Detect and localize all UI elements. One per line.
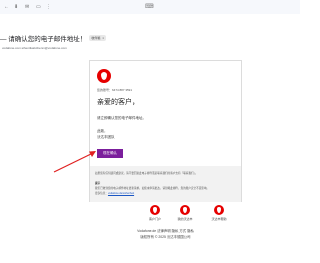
app-label: 沃达丰帮助 [211, 217, 227, 221]
greeting: 亲爱的客户， [97, 99, 139, 106]
keyboard-icon[interactable]: ⌨ [145, 3, 154, 10]
app-item-my-vodafone[interactable]: 我的沃达丰 [172, 205, 198, 221]
arrow-line [53, 152, 94, 173]
vodafone-logo-icon [214, 205, 224, 215]
footer-note-3: 更多信息：vodafone.de/sicherheit [95, 191, 134, 195]
archive-icon[interactable]: ⬇ [14, 3, 18, 11]
more-icon[interactable]: ⋮ [46, 3, 51, 11]
inbox-label-chip[interactable]: 收件箱 × [89, 35, 107, 41]
app-item-help[interactable]: 沃达丰帮助 [206, 205, 232, 221]
label-close-icon[interactable]: × [102, 36, 104, 40]
email-footer-notes: 如果您有任何疑问或建议，请不要回复此电子邮件而是联系我们的客户支持「联系我们」。… [90, 166, 241, 202]
vodafone-logo-icon [150, 205, 160, 215]
email-subject: — 请确认您的电子邮件地址！ [0, 36, 87, 43]
account-meta: 您的账号：6474 887 3591 [97, 88, 133, 92]
copyright: 版权所有 © 2025 沃达丰德国公司 [140, 235, 191, 239]
footer-links[interactable]: Vodafone.de 法律声明 隐私 方式 隐私 [89, 228, 242, 233]
subject-row: — 请确认您的电子邮件地址！ 收件箱 × [0, 32, 107, 44]
footer-note-2: 我们已收到您的电子邮件地址更新请求。如您未申请更改，请忽略此邮件，您的账户安全不… [95, 187, 210, 190]
footer-note-1: 如果您有任何疑问或建议，请不要回复此电子邮件而是联系我们的客户支持「联系我们」。 [95, 172, 198, 175]
vodafone-logo-icon [97, 69, 111, 83]
app-label: 我的沃达丰 [177, 217, 193, 221]
sender-address: vodafone.com.sthentikaitvibenm@vodafone.… [2, 46, 67, 50]
mail-icon[interactable]: ✉ [25, 3, 29, 11]
label-text: 收件箱 [91, 36, 101, 40]
body-line-3: 沃达丰团队 [97, 135, 115, 139]
vodafone-logo-icon [180, 205, 190, 215]
body-line-2: 此致， [97, 129, 108, 133]
app-item-customer-portal[interactable]: 客户门户 [142, 205, 168, 221]
app-label: 客户门户 [148, 217, 161, 221]
footer-heading: 提示 [95, 182, 101, 185]
body-line-1: 请立即确认您的电子邮件地址。 [97, 116, 146, 120]
footer-link[interactable]: vodafone.de/sicherheit [108, 192, 134, 195]
folder-icon[interactable]: ▭ [36, 3, 41, 11]
email-toolbar: ← ⬇ ✉ ▭ ⋮ ⌨ [0, 0, 300, 14]
footer-note-3-prefix: 更多信息： [95, 192, 108, 195]
email-body-card: 您的账号：6474 887 3591 亲爱的客户， 请立即确认您的电子邮件地址。… [89, 60, 242, 202]
confirm-button[interactable]: 现在确认 [97, 149, 123, 158]
back-icon[interactable]: ← [4, 3, 9, 11]
